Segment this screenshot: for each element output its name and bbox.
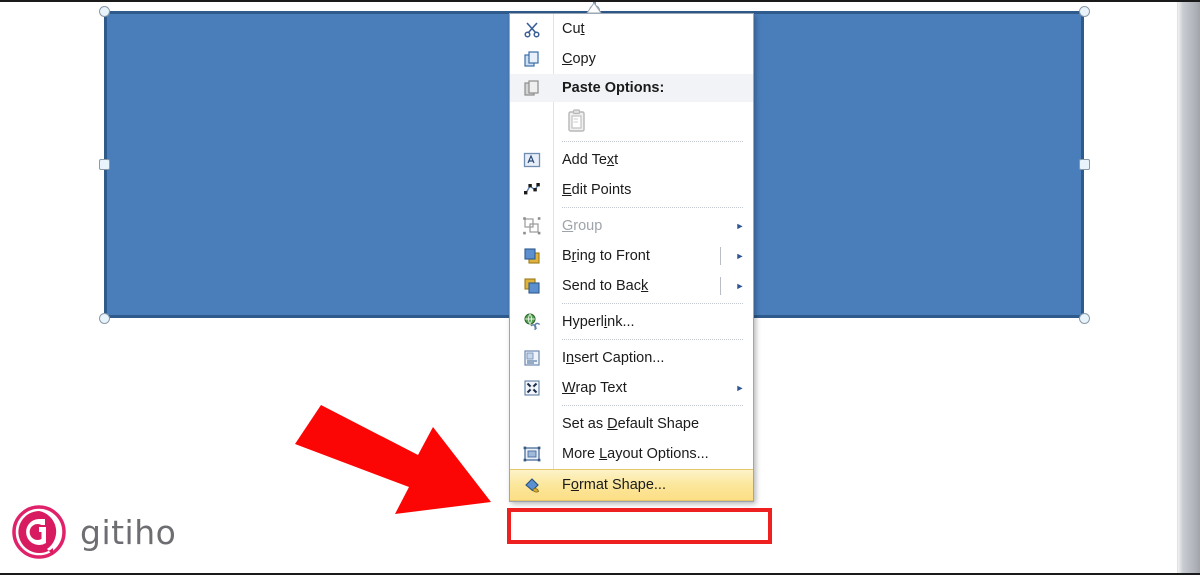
menu-item-edit-points[interactable]: Edit Points xyxy=(510,175,753,205)
layout-options-icon xyxy=(510,439,553,469)
red-annotation-arrow xyxy=(295,405,491,514)
chevron-right-icon: ► xyxy=(735,251,745,261)
menu-item-divider xyxy=(720,247,721,265)
chevron-right-icon: ► xyxy=(735,221,745,231)
menu-item-label: Group xyxy=(562,217,603,234)
menu-separator xyxy=(562,405,743,407)
menu-item-label: Set as Default Shape xyxy=(562,415,700,432)
menu-item-icon-spacer xyxy=(510,409,553,439)
menu-item-hyperlink[interactable]: Hyperlink... xyxy=(510,307,753,337)
menu-item-send-to-back[interactable]: Send to Back ► xyxy=(510,271,753,301)
menu-item-label: Send to Back xyxy=(562,277,649,294)
menu-separator xyxy=(562,207,743,209)
wrap-text-icon xyxy=(510,373,553,403)
insert-caption-icon xyxy=(510,343,553,373)
menu-item-label: Hyperlink... xyxy=(562,313,635,330)
hyperlink-globe-icon xyxy=(510,307,553,337)
context-menu-item-list: Cut Copy Paste Options: Add Text Edit Points… xyxy=(510,14,753,501)
menu-item-label: Wrap Text xyxy=(562,379,627,396)
gitiho-logo: gitiho xyxy=(12,505,176,559)
format-shape-highlight-box xyxy=(507,508,772,544)
clipboard-document-icon[interactable] xyxy=(562,106,592,136)
menu-item-paste-keep-source[interactable] xyxy=(510,102,753,139)
menu-item-copy[interactable]: Copy xyxy=(510,44,753,74)
menu-item-insert-caption[interactable]: Insert Caption... xyxy=(510,343,753,373)
selection-handle-top-left[interactable] xyxy=(99,6,110,17)
menu-item-label: Copy xyxy=(562,50,596,67)
bring-to-front-icon xyxy=(510,241,553,271)
menu-item-label: Edit Points xyxy=(562,181,632,198)
chevron-right-icon: ► xyxy=(735,383,745,393)
shape-context-menu[interactable]: Cut Copy Paste Options: Add Text Edit Points… xyxy=(509,13,754,502)
context-menu-pointer-nub xyxy=(586,3,602,14)
menu-item-paste-options: Paste Options: xyxy=(510,74,753,102)
selection-handle-bottom-left[interactable] xyxy=(99,313,110,324)
menu-item-set-as-default-shape[interactable]: Set as Default Shape xyxy=(510,409,753,439)
menu-item-more-layout-options[interactable]: More Layout Options... xyxy=(510,439,753,469)
menu-item-bring-to-front[interactable]: Bring to Front ► xyxy=(510,241,753,271)
menu-item-format-shape[interactable]: Format Shape... xyxy=(510,469,753,501)
selection-handle-bottom-right[interactable] xyxy=(1079,313,1090,324)
gitiho-logo-mark-icon xyxy=(12,505,66,559)
copy-icon xyxy=(510,44,553,74)
menu-separator xyxy=(562,303,743,305)
chevron-right-icon: ► xyxy=(735,281,745,291)
menu-item-wrap-text[interactable]: Wrap Text ► xyxy=(510,373,753,403)
menu-item-divider xyxy=(720,277,721,295)
menu-separator xyxy=(562,339,743,341)
gitiho-logo-text: gitiho xyxy=(80,512,177,552)
menu-item-group[interactable]: Group ► xyxy=(510,211,753,241)
menu-item-label: Cut xyxy=(562,20,585,37)
vertical-scrollbar[interactable] xyxy=(1177,2,1200,573)
menu-item-label: More Layout Options... xyxy=(562,445,709,462)
selection-handle-middle-right[interactable] xyxy=(1079,159,1090,170)
format-shape-paint-icon xyxy=(510,470,553,500)
selection-handle-top-right[interactable] xyxy=(1079,6,1090,17)
send-to-back-icon xyxy=(510,271,553,301)
menu-item-cut[interactable]: Cut xyxy=(510,14,753,44)
screenshot-root: gitiho Cut Copy Paste Options: Add Text Edit… xyxy=(0,0,1200,575)
menu-item-label: Bring to Front xyxy=(562,247,650,264)
menu-item-label: Paste Options: xyxy=(562,79,665,96)
scissors-icon xyxy=(510,14,553,44)
add-text-icon xyxy=(510,145,553,175)
menu-item-label: Insert Caption... xyxy=(562,349,665,366)
paste-icon xyxy=(510,73,553,103)
edit-points-icon xyxy=(510,175,553,205)
group-icon xyxy=(510,211,553,241)
menu-item-add-text[interactable]: Add Text xyxy=(510,145,753,175)
menu-item-label: Add Text xyxy=(562,151,619,168)
selection-handle-middle-left[interactable] xyxy=(99,159,110,170)
menu-separator xyxy=(562,141,743,143)
menu-item-label: Format Shape... xyxy=(562,476,666,493)
